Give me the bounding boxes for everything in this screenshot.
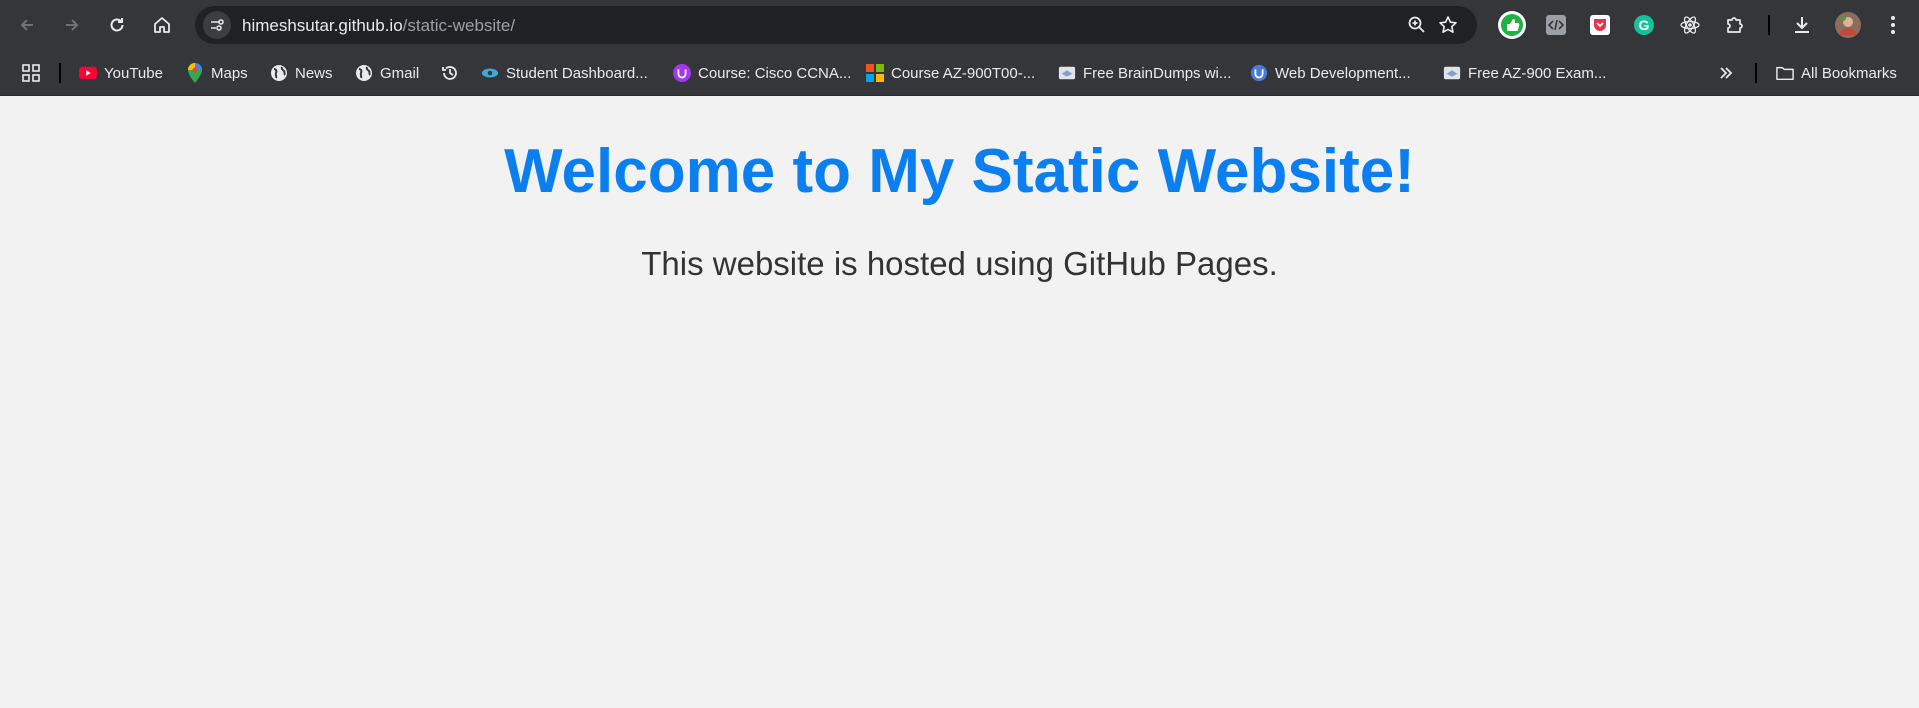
download-icon <box>1795 17 1809 33</box>
page-content: Welcome to My Static Website! This websi… <box>0 96 1919 708</box>
react-devtools-extension[interactable] <box>1677 12 1703 38</box>
forward-arrow-icon <box>66 19 79 31</box>
thumbs-up-icon <box>1498 11 1526 39</box>
cloud-eye-icon <box>481 64 499 82</box>
bookmark-label: Student Dashboard... <box>506 64 648 82</box>
bookmark-maps[interactable]: Maps <box>186 61 248 85</box>
bookmark-label: Course AZ-900T00-... <box>891 64 1036 82</box>
udemy-icon <box>673 64 691 82</box>
home-icon <box>154 17 170 33</box>
apps-grid-icon <box>22 64 40 82</box>
home-button[interactable] <box>147 10 177 40</box>
pocket-icon <box>1590 15 1610 35</box>
maps-pin-icon <box>186 63 204 83</box>
page-heading: Welcome to My Static Website! <box>504 137 1415 206</box>
bookmark-label: News <box>295 64 333 82</box>
zoom-icon[interactable] <box>1407 15 1427 35</box>
page-icon <box>1443 64 1461 82</box>
shield-icon <box>1250 64 1268 82</box>
thumbs-up-extension[interactable] <box>1497 10 1527 40</box>
bookmark-student-dashboard[interactable]: Student Dashboard... <box>481 61 648 85</box>
url-path: /static-website/ <box>402 16 516 35</box>
avatar <box>1835 12 1861 38</box>
bookmark-label: Course: Cisco CCNA... <box>698 64 852 82</box>
microsoft-icon <box>866 64 884 82</box>
profile-button[interactable] <box>1834 11 1862 39</box>
bookmark-label: Free BrainDumps wi... <box>1083 64 1232 82</box>
grammarly-extension[interactable]: G <box>1631 12 1657 38</box>
code-icon <box>1546 15 1566 35</box>
extensions-button[interactable] <box>1722 12 1748 38</box>
bookmark-az900t00[interactable]: Course AZ-900T00-... <box>866 61 1035 85</box>
globe-icon <box>355 64 373 82</box>
puzzle-icon <box>1727 17 1743 33</box>
bookmark-label: Gmail <box>380 64 420 82</box>
bookmark-gmail[interactable]: Gmail <box>355 61 419 85</box>
page-icon <box>1058 64 1076 82</box>
bookmark-cisco-ccna[interactable]: Course: Cisco CCNA... <box>673 61 851 85</box>
bookmarks-bar: YouTube Maps News Gmail Student Dashboar… <box>0 50 1919 96</box>
folder-icon <box>1776 64 1794 82</box>
downloads-button[interactable] <box>1789 12 1815 38</box>
bookmark-news[interactable]: News <box>270 61 333 85</box>
star-icon[interactable] <box>1438 15 1458 35</box>
youtube-icon <box>79 64 97 82</box>
chevron-double-right-icon <box>1720 67 1733 79</box>
apps-button[interactable] <box>21 61 41 85</box>
toolbar-divider <box>1768 15 1770 35</box>
grammarly-icon: G <box>1634 15 1654 35</box>
forward-button[interactable] <box>57 10 87 40</box>
svg-text:G: G <box>1639 17 1650 33</box>
bookmark-label: Web Development... <box>1275 64 1411 82</box>
pocket-extension[interactable] <box>1587 12 1613 38</box>
url-host: himeshsutar.github.io <box>242 16 403 35</box>
globe-icon <box>270 64 288 82</box>
bookmarks-divider <box>1755 63 1757 83</box>
bookmarks-overflow-button[interactable] <box>1717 61 1735 85</box>
bookmark-web-development[interactable]: Web Development... <box>1250 61 1411 85</box>
history-icon <box>442 66 457 80</box>
code-extension[interactable] <box>1543 12 1569 38</box>
tune-icon <box>211 19 224 31</box>
bookmark-braindumps[interactable]: Free BrainDumps wi... <box>1058 61 1231 85</box>
all-bookmarks-label: All Bookmarks <box>1801 64 1897 82</box>
bookmark-history[interactable] <box>441 61 459 85</box>
bookmark-youtube[interactable]: YouTube <box>79 61 163 85</box>
bookmark-az900-exam[interactable]: Free AZ-900 Exam... <box>1443 61 1606 85</box>
browser-toolbar: himeshsutar.github.io/static-website/ G <box>0 0 1919 50</box>
bookmark-label: Maps <box>211 64 248 82</box>
bookmarks-divider <box>59 63 61 83</box>
address-bar[interactable]: himeshsutar.github.io/static-website/ <box>195 6 1477 44</box>
page-subtext: This website is hosted using GitHub Page… <box>641 245 1278 282</box>
reload-button[interactable] <box>102 10 132 40</box>
back-arrow-icon <box>20 19 33 31</box>
all-bookmarks-button[interactable]: All Bookmarks <box>1776 61 1897 85</box>
url-text: himeshsutar.github.io/static-website/ <box>242 16 515 36</box>
site-info-button[interactable] <box>203 11 231 39</box>
react-icon <box>1680 16 1700 34</box>
back-button[interactable] <box>12 10 42 40</box>
menu-button[interactable] <box>1880 12 1906 38</box>
reload-icon <box>110 18 124 32</box>
bookmark-label: YouTube <box>104 64 163 82</box>
more-vert-icon <box>1891 16 1895 34</box>
bookmark-label: Free AZ-900 Exam... <box>1468 64 1607 82</box>
